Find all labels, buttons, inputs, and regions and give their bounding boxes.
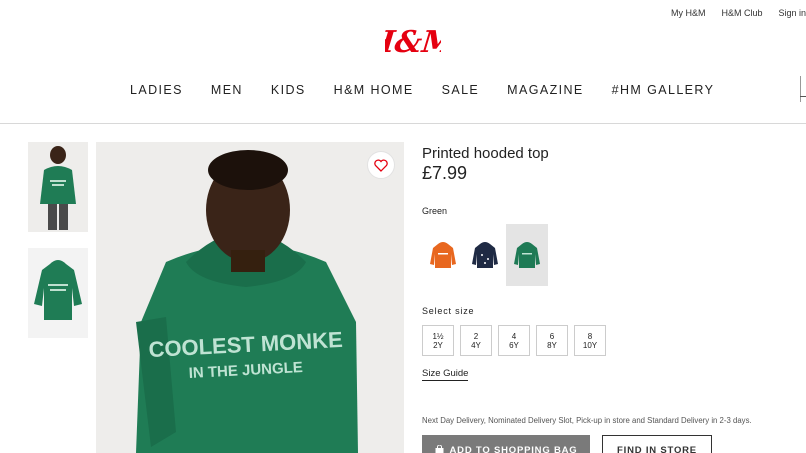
logo-text: H&M [385, 25, 441, 60]
delivery-info: Next Day Delivery, Nominated Delivery Sl… [422, 416, 752, 425]
nav-hm-home[interactable]: H&M HOME [334, 83, 414, 97]
nav-magazine[interactable]: MAGAZINE [507, 83, 583, 97]
size-top: 4 [511, 331, 517, 341]
heart-icon [374, 158, 388, 172]
search-field-edge[interactable] [800, 76, 806, 102]
size-option[interactable]: 6 8Y [536, 325, 568, 356]
swatch-green[interactable] [506, 224, 548, 286]
hoodie-flat-thumb-image [28, 248, 88, 338]
swatch-navy[interactable] [464, 224, 506, 286]
my-hm-link[interactable]: My H&M [671, 8, 706, 18]
size-option[interactable]: 1½ 2Y [422, 325, 454, 356]
thumbnail-model[interactable] [28, 142, 88, 232]
size-option[interactable]: 2 4Y [460, 325, 492, 356]
size-top: 2 [473, 331, 479, 341]
nav-ladies[interactable]: LADIES [130, 83, 183, 97]
hm-club-link[interactable]: H&M Club [721, 8, 762, 18]
navy-hoodie-icon [472, 242, 498, 268]
hm-logo[interactable]: H&M [385, 22, 441, 60]
size-bottom: 6Y [509, 340, 519, 350]
child-model-thumb-image [28, 142, 88, 232]
sign-in-link[interactable]: Sign in [778, 8, 806, 18]
size-bottom: 8Y [547, 340, 557, 350]
nav-kids[interactable]: KIDS [271, 83, 306, 97]
product-title: Printed hooded top [422, 145, 549, 162]
size-guide-link[interactable]: Size Guide [422, 368, 469, 381]
size-bottom: 10Y [582, 340, 598, 350]
size-bottom: 4Y [471, 340, 481, 350]
select-size-label: Select size [422, 306, 475, 316]
size-option[interactable]: 8 10Y [574, 325, 606, 356]
add-to-bag-label: ADD TO SHOPPING BAG [449, 444, 578, 453]
size-top: 1½ [432, 331, 444, 341]
shopping-bag-icon [435, 445, 443, 453]
main-product-image[interactable]: COOLEST MONKE IN THE JUNGLE [96, 142, 404, 453]
size-options: 1½ 2Y 2 4Y 4 6Y 6 8Y 8 10Y [422, 325, 612, 356]
nav-hm-gallery[interactable]: #HM GALLERY [612, 83, 715, 97]
size-option[interactable]: 4 6Y [498, 325, 530, 356]
find-in-store-button[interactable]: FIND IN STORE [602, 435, 712, 453]
add-to-bag-button[interactable]: ADD TO SHOPPING BAG [422, 435, 590, 453]
thumbnail-list [28, 142, 88, 354]
nav-men[interactable]: MEN [211, 83, 243, 97]
green-hoodie-icon [514, 242, 540, 268]
size-top: 6 [549, 331, 555, 341]
selected-color-label: Green [422, 206, 448, 216]
product-price: £7.99 [422, 163, 468, 183]
swatch-orange[interactable] [422, 224, 464, 286]
favourite-button[interactable] [367, 151, 395, 179]
child-model-image: COOLEST MONKE IN THE JUNGLE [96, 142, 404, 453]
size-bottom: 2Y [433, 340, 443, 350]
orange-hoodie-icon [430, 242, 456, 268]
utility-links: My H&M H&M Club Sign in [671, 8, 806, 18]
header-divider [0, 123, 806, 124]
main-nav: LADIES MEN KIDS H&M HOME SALE MAGAZINE #… [130, 83, 742, 97]
size-top: 8 [587, 331, 593, 341]
nav-sale[interactable]: SALE [442, 83, 480, 97]
thumbnail-flat[interactable] [28, 248, 88, 338]
color-swatches [422, 224, 548, 286]
